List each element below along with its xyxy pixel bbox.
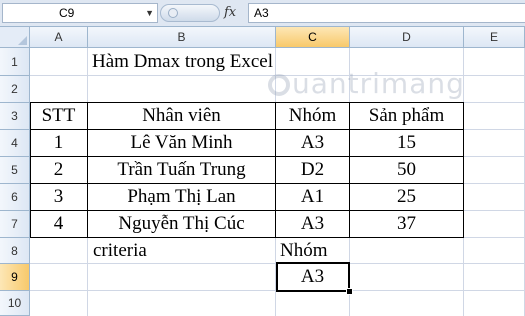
watermark: uantrimang	[268, 67, 465, 100]
column-header-d[interactable]: D	[350, 27, 464, 48]
table-cell[interactable]: 1	[30, 132, 87, 154]
formula-bar-resize-handle[interactable]	[160, 4, 220, 22]
formula-input[interactable]: A3	[248, 3, 525, 23]
column-header-a[interactable]: A	[30, 27, 88, 48]
row-header-1[interactable]: 1	[0, 48, 30, 76]
table-cell[interactable]: Nguyễn Thị Cúc	[88, 213, 275, 235]
table-cell[interactable]: A3	[276, 132, 349, 154]
name-box[interactable]: C9 ▼	[2, 3, 158, 23]
header-employee[interactable]: Nhân viên	[88, 105, 275, 127]
table-cell[interactable]: Trần Tuấn Trung	[88, 159, 275, 181]
watermark-logo-icon	[268, 74, 290, 96]
criteria-label[interactable]: criteria	[93, 240, 147, 262]
table-border	[30, 156, 464, 157]
table-cell[interactable]: 15	[350, 132, 463, 154]
row-header-7[interactable]: 7	[0, 211, 30, 238]
column-header-e[interactable]: E	[464, 27, 525, 48]
table-cell[interactable]: 2	[30, 159, 87, 181]
row-header-4[interactable]: 4	[0, 130, 30, 157]
grip-icon	[168, 8, 178, 18]
column-header-c[interactable]: C	[276, 27, 350, 48]
row-header-10[interactable]: 10	[0, 291, 30, 316]
row-header-5[interactable]: 5	[0, 157, 30, 184]
table-cell[interactable]: 4	[30, 213, 87, 235]
table-cell[interactable]: 37	[350, 213, 463, 235]
insert-function-icon[interactable]: fx	[224, 5, 236, 20]
table-cell[interactable]: Phạm Thị Lan	[88, 186, 275, 208]
fill-handle[interactable]	[346, 288, 353, 295]
select-all-button[interactable]	[0, 27, 30, 48]
table-cell[interactable]: Lê Văn Minh	[88, 132, 275, 154]
table-cell[interactable]: D2	[276, 159, 349, 181]
header-stt[interactable]: STT	[30, 105, 87, 127]
name-box-value: C9	[59, 6, 75, 20]
chevron-down-icon[interactable]: ▼	[145, 4, 154, 22]
table-border	[30, 210, 464, 211]
column-header-b[interactable]: B	[88, 27, 276, 48]
row-header-3[interactable]: 3	[0, 103, 30, 130]
table-cell[interactable]: A1	[276, 186, 349, 208]
table-cell[interactable]: 25	[350, 186, 463, 208]
row-header-2[interactable]: 2	[0, 76, 30, 103]
table-border	[30, 129, 464, 130]
table-cell[interactable]: 50	[350, 159, 463, 181]
table-border	[30, 183, 464, 184]
header-product[interactable]: Sản phẩm	[350, 105, 463, 127]
header-group[interactable]: Nhóm	[276, 105, 349, 127]
row-header-8[interactable]: 8	[0, 238, 30, 264]
sheet-title[interactable]: Hàm Dmax trong Excel	[92, 51, 273, 73]
criteria-header[interactable]: Nhóm	[280, 240, 328, 262]
formula-bar: C9 ▼ fx A3	[0, 0, 525, 27]
row-header-9[interactable]: 9	[0, 264, 30, 291]
table-cell[interactable]: A3	[276, 213, 349, 235]
row-header-6[interactable]: 6	[0, 184, 30, 211]
table-cell[interactable]: 3	[30, 186, 87, 208]
active-cell-selection[interactable]	[276, 262, 350, 292]
